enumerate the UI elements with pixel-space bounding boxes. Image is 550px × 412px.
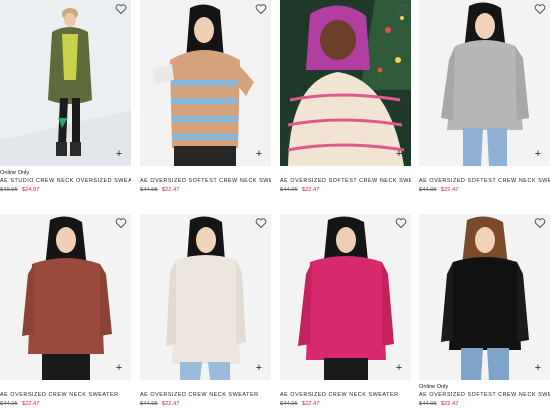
product-image[interactable]: +	[280, 214, 411, 380]
sale-price: $22.47	[301, 401, 320, 407]
original-price: $44.95	[280, 187, 298, 193]
product-title[interactable]: AE OVERSIZED SOFTEST CREW NECK SWEATER	[419, 177, 550, 186]
original-price: $44.95	[419, 187, 437, 193]
online-only-badge	[280, 383, 411, 391]
product-photo	[0, 0, 131, 166]
heart-icon[interactable]	[255, 217, 267, 229]
online-only-badge	[419, 169, 550, 177]
price-row: $44.95 $22.47	[280, 186, 411, 195]
sale-price: $22.47	[161, 187, 180, 193]
sale-price: $24.97	[21, 187, 40, 193]
price-row: $44.95 $22.47	[280, 400, 411, 409]
original-price: $44.95	[419, 401, 437, 407]
online-only-badge	[140, 169, 271, 177]
original-price: $44.95	[280, 401, 298, 407]
price-row: $49.95 $24.97	[0, 186, 131, 195]
plus-icon[interactable]: +	[393, 148, 405, 160]
product-photo	[280, 214, 411, 380]
online-only-badge	[0, 383, 131, 391]
heart-icon[interactable]	[534, 3, 546, 15]
sale-price: $22.47	[161, 401, 180, 407]
price-row: $44.95 $22.47	[419, 400, 550, 409]
plus-icon[interactable]: +	[532, 148, 544, 160]
heart-icon[interactable]	[115, 217, 127, 229]
sale-price: $22.47	[301, 187, 320, 193]
product-photo	[140, 214, 271, 380]
plus-icon[interactable]: +	[253, 362, 265, 374]
product-image[interactable]: +	[140, 0, 271, 166]
product-image[interactable]: +	[140, 214, 271, 380]
product-title[interactable]: AE OVERSIZED CREW NECK SWEATER	[280, 391, 411, 400]
product-card[interactable]: + AE OVERSIZED CREW NECK SWEATER $44.95 $…	[140, 214, 271, 409]
product-card[interactable]: + Online Only AE STUDIO CREW NECK OVERSI…	[0, 0, 131, 195]
price-row: $44.95 $22.47	[140, 186, 271, 195]
heart-icon[interactable]	[395, 3, 407, 15]
heart-icon[interactable]	[534, 217, 546, 229]
product-title[interactable]: AE OVERSIZED SOFTEST CREW NECK SWEATER	[280, 177, 411, 186]
product-title[interactable]: AE OVERSIZED SOFTEST CREW NECK SWEATER	[140, 177, 271, 186]
original-price: $44.95	[140, 401, 158, 407]
product-card[interactable]: + AE OVERSIZED SOFTEST CREW NECK SWEATER…	[419, 0, 550, 195]
price-row: $44.95 $22.47	[0, 400, 131, 409]
product-photo	[280, 0, 411, 166]
original-price: $44.95	[0, 401, 18, 407]
sale-price: $22.47	[440, 187, 459, 193]
product-image[interactable]: +	[419, 214, 550, 380]
plus-icon[interactable]: +	[393, 362, 405, 374]
product-grid: + Online Only AE STUDIO CREW NECK OVERSI…	[0, 0, 550, 412]
heart-icon[interactable]	[255, 3, 267, 15]
product-title[interactable]: AE STUDIO CREW NECK OVERSIZED SWEATER	[0, 177, 131, 186]
product-title[interactable]: AE OVERSIZED CREW NECK SWEATER	[0, 391, 131, 400]
online-only-badge	[140, 383, 271, 391]
heart-icon[interactable]	[115, 3, 127, 15]
sale-price: $22.47	[21, 401, 40, 407]
product-card[interactable]: + AE OVERSIZED SOFTEST CREW NECK SWEATER…	[280, 0, 411, 195]
heart-icon[interactable]	[395, 217, 407, 229]
product-image[interactable]: +	[0, 214, 131, 380]
plus-icon[interactable]: +	[113, 148, 125, 160]
product-card[interactable]: + AE OVERSIZED CREW NECK SWEATER $44.95 $…	[0, 214, 131, 409]
plus-icon[interactable]: +	[532, 362, 544, 374]
product-photo	[419, 214, 550, 380]
plus-icon[interactable]: +	[113, 362, 125, 374]
product-image[interactable]: +	[419, 0, 550, 166]
product-photo	[419, 0, 550, 166]
price-row: $44.95 $22.47	[419, 186, 550, 195]
online-only-badge	[280, 169, 411, 177]
product-photo	[0, 214, 131, 380]
plus-icon[interactable]: +	[253, 148, 265, 160]
product-image[interactable]: +	[0, 0, 131, 166]
online-only-badge: Online Only	[0, 170, 30, 176]
product-title[interactable]: AE OVERSIZED SOFTEST CREW NECK SWEATER	[419, 391, 550, 400]
product-title[interactable]: AE OVERSIZED CREW NECK SWEATER	[140, 391, 271, 400]
online-only-badge: Online Only	[419, 384, 449, 390]
product-card[interactable]: + AE OVERSIZED SOFTEST CREW NECK SWEATER…	[140, 0, 271, 195]
product-card[interactable]: + AE OVERSIZED CREW NECK SWEATER $44.95 $…	[280, 214, 411, 409]
original-price: $49.95	[0, 187, 18, 193]
product-card[interactable]: + Online Only AE OVERSIZED SOFTEST CREW …	[419, 214, 550, 409]
original-price: $44.95	[140, 187, 158, 193]
product-photo	[140, 0, 271, 166]
product-image[interactable]: +	[280, 0, 411, 166]
price-row: $44.95 $22.47	[140, 400, 271, 409]
sale-price: $22.47	[440, 401, 459, 407]
